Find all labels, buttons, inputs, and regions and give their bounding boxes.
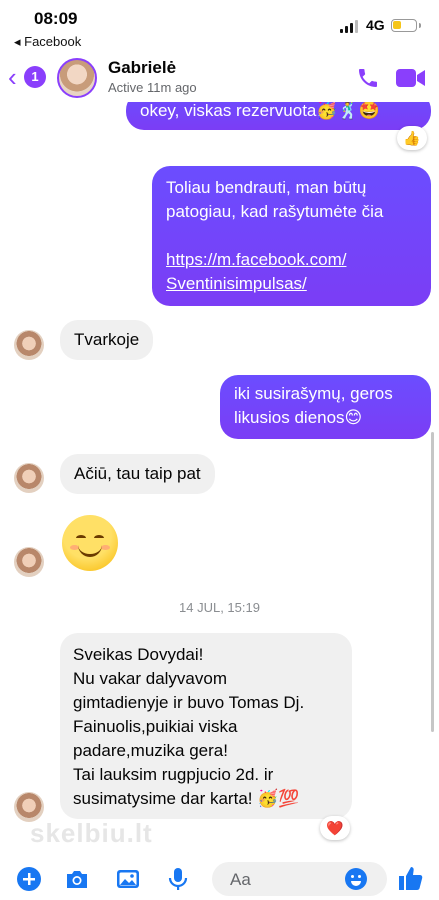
watermark: skelbiu.lt: [30, 818, 153, 848]
sender-avatar: [14, 547, 44, 577]
emoji-icon[interactable]: [344, 867, 368, 891]
message-text: Ačiū, tau taip pat: [74, 464, 201, 483]
plus-icon[interactable]: [16, 866, 42, 892]
message-text-line: Toliau bendrauti, man būtų: [166, 178, 367, 197]
reaction-badge[interactable]: ❤️: [320, 816, 350, 840]
contact-name[interactable]: Gabrielė: [108, 58, 176, 78]
camera-icon[interactable]: [64, 866, 90, 892]
scrollbar[interactable]: [431, 432, 434, 732]
status-bar: 08:09 ◂ Facebook 4G: [0, 0, 439, 52]
message-text: Tvarkoje: [74, 330, 140, 349]
message-input-placeholder: Aa: [230, 870, 251, 889]
like-icon[interactable]: [397, 864, 425, 892]
message-link[interactable]: https://m.facebook.com/: [166, 248, 417, 272]
status-time: 08:09: [34, 9, 78, 28]
message-link[interactable]: Sventinisimpulsas/: [166, 272, 417, 296]
message-text-line: padare,muzika gera!: [73, 741, 228, 760]
message-text-line: Tai lauksim rugpjucio 2d. ir: [73, 765, 274, 784]
message-text-line: gimtadienyje ir buvo Tomas Dj.: [73, 693, 305, 712]
smiling-emoji-icon[interactable]: [62, 515, 118, 571]
timestamp-divider: 14 JUL, 15:19: [179, 600, 260, 615]
network-label: 4G: [366, 17, 385, 33]
reaction-badge[interactable]: 👍: [397, 126, 427, 150]
message-text-line: susimatysime dar karta! 🥳💯: [73, 789, 300, 808]
active-status: Active 11m ago: [108, 80, 197, 95]
conversation-header: ‹ 1 Gabrielė Active 11m ago: [0, 52, 439, 102]
outgoing-message[interactable]: iki susirašymų, geros likusios dienos😊: [220, 375, 431, 439]
unread-count-badge: 1: [24, 66, 46, 88]
video-icon[interactable]: [396, 68, 426, 88]
battery-icon: [391, 19, 421, 32]
chevron-left-icon: ‹: [8, 62, 17, 92]
message-text-line: Nu vakar dalyvavom: [73, 669, 228, 688]
mic-icon[interactable]: [165, 866, 191, 892]
sender-avatar: [14, 463, 44, 493]
back-button[interactable]: ‹ 1: [8, 64, 48, 90]
sender-avatar: [14, 330, 44, 360]
image-icon[interactable]: [115, 866, 141, 892]
message-text-line: Fainuolis,puikiai viska: [73, 717, 238, 736]
message-text-line: patogiau, kad rašytumėte čia: [166, 202, 384, 221]
incoming-message[interactable]: Tvarkoje: [60, 320, 154, 360]
signal-icon: [340, 20, 360, 33]
message-text-line: iki susirašymų, geros: [234, 384, 393, 403]
incoming-message[interactable]: Ačiū, tau taip pat: [60, 454, 215, 494]
outgoing-message[interactable]: Toliau bendrauti, man būtų patogiau, kad…: [152, 166, 431, 306]
message-composer: Aa: [0, 856, 439, 900]
call-icon[interactable]: [356, 66, 380, 90]
message-text-line: Sveikas Dovydai!: [73, 645, 204, 664]
message-input[interactable]: Aa: [212, 862, 387, 896]
back-to-app-link[interactable]: ◂ Facebook: [14, 34, 81, 50]
message-text: okey, viskas rezervuota🥳🕺🤩: [140, 101, 380, 120]
incoming-message[interactable]: Sveikas Dovydai! Nu vakar dalyvavom gimt…: [60, 633, 352, 819]
contact-avatar[interactable]: [57, 58, 97, 98]
message-text-line: likusios dienos😊: [234, 408, 363, 427]
